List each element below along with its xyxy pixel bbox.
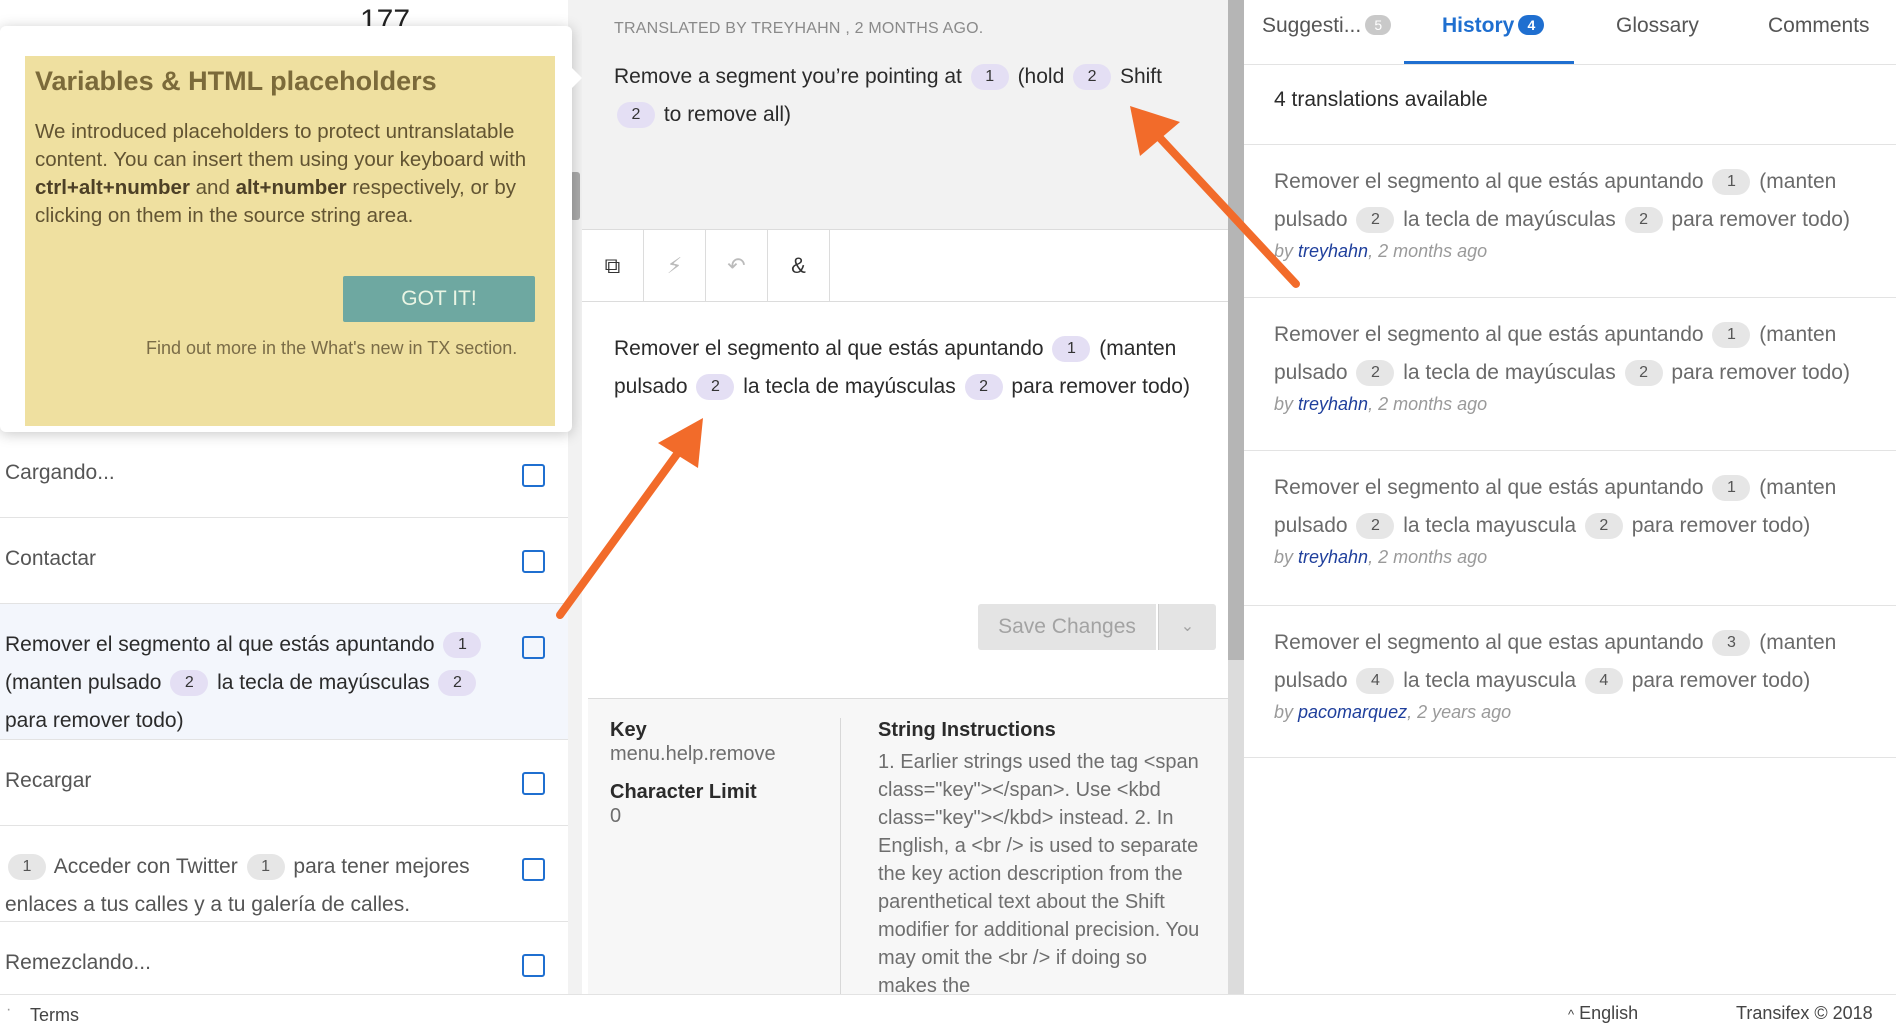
annotation-arrows [556,106,1300,619]
arrow-right-to-source [1130,106,1300,288]
arrow-left-to-editor [556,418,703,619]
